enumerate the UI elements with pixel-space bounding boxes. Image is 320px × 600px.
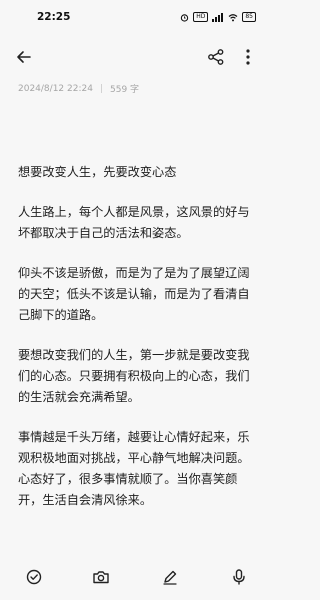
- checklist-icon: [24, 567, 44, 587]
- note-paragraph: 仰头不该是骄傲，而是为了是为了展望辽阔的天空；低头不该是认输，而是为了看清自己脚…: [18, 266, 250, 322]
- share-icon: [206, 47, 226, 67]
- 4g-signal-icon: [212, 12, 224, 22]
- status-time: 22:25: [37, 11, 71, 23]
- status-icons: HD 85: [180, 12, 256, 22]
- word-count: 559 字: [110, 85, 140, 95]
- hd-icon: HD: [193, 12, 209, 22]
- toolbar: [0, 44, 273, 70]
- wifi-icon: [228, 13, 238, 22]
- pen-button[interactable]: [160, 567, 180, 587]
- note-paragraph: 事情越是千头万绪，越要让心情好起来，乐观积极地面对挑战，平心静气地解决问题。心态…: [18, 430, 250, 507]
- arrow-left-icon: [14, 47, 34, 67]
- battery-icon: 85: [242, 12, 256, 22]
- checklist-button[interactable]: [24, 567, 44, 587]
- note-paragraph: 要想改变我们的人生，第一步就是要改变我们的心态。只要拥有积极向上的心态，我们的生…: [18, 348, 250, 404]
- microphone-button[interactable]: [229, 567, 249, 587]
- pen-icon: [160, 567, 180, 587]
- more-vertical-icon: [240, 47, 256, 67]
- bottom-toolbar: [0, 562, 273, 592]
- camera-icon: [91, 567, 111, 587]
- note-body[interactable]: 想要改变人生，先要改变心态 人生路上，每个人都是风景，这风景的好与坏都取决于自己…: [18, 162, 258, 530]
- back-button[interactable]: [14, 47, 34, 67]
- camera-button[interactable]: [91, 567, 111, 587]
- note-paragraph: 想要改变人生，先要改变心态: [18, 165, 177, 179]
- note-meta: 2024/8/12 22:24 | 559 字: [18, 82, 140, 96]
- note-datetime: 2024/8/12 22:24: [18, 83, 93, 94]
- share-button[interactable]: [206, 47, 226, 67]
- meta-separator: |: [99, 83, 103, 94]
- more-button[interactable]: [240, 47, 256, 67]
- status-bar: 22:25 HD 85: [0, 0, 273, 34]
- alarm-icon: [180, 13, 189, 22]
- note-paragraph: 人生路上，每个人都是风景，这风景的好与坏都取决于自己的活法和姿态。: [18, 205, 250, 240]
- microphone-icon: [229, 567, 249, 587]
